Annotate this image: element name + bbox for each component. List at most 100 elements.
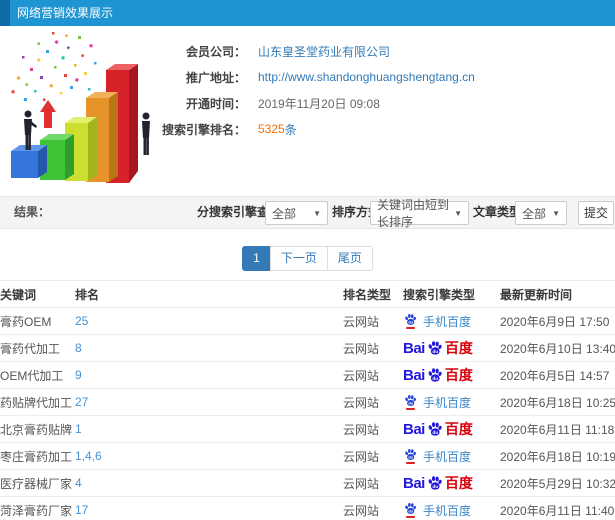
baidu-paw-underline	[406, 327, 415, 329]
result-label: 结果：	[14, 205, 51, 219]
rank-type-cell: 云网站	[343, 368, 380, 383]
info-section: 会员公司： 山东皇圣堂药业有限公司 推广地址： http://www.shand…	[0, 26, 615, 196]
rank-link[interactable]: 1	[75, 422, 82, 436]
confetti-decoration	[11, 32, 97, 102]
businessman-right	[142, 112, 150, 155]
article-type-select[interactable]: 全部 ▼	[515, 201, 567, 225]
mobile-baidu-badge: du 手机百度	[403, 448, 471, 465]
rank-link[interactable]: 9	[75, 368, 82, 382]
table-row: 药贴牌代加工 27 云网站 du 手机百度 2020年6月18日 10:25	[0, 388, 615, 416]
updated-time-cell: 2020年5月29日 10:32	[500, 476, 615, 491]
table-row: 医疗器械厂家 4 云网站 Bai du 百度 2020年5月29日 10:32	[0, 469, 615, 497]
rank-link[interactable]: 25	[75, 314, 88, 328]
member-info-fields: 会员公司： 山东皇圣堂药业有限公司 推广地址： http://www.shand…	[158, 38, 475, 142]
article-type-value: 全部	[522, 206, 547, 221]
baidu-logo-bai-text: Bai	[403, 366, 425, 384]
keyword-cell: 药贴牌代加工	[0, 395, 73, 410]
keyword-cell: 枣庄膏药加工	[0, 449, 73, 464]
baidu-paw-underline	[406, 462, 415, 464]
baidu-paw-icon: du	[403, 502, 418, 518]
table-row: 菏泽膏药厂家 17 云网站 du 手机百度 2020年6月11日 11:40	[0, 496, 615, 520]
ranking-count-label: 搜索引擎排名：	[161, 122, 246, 137]
baidu-logo-cn-text: 百度	[444, 367, 473, 383]
baidu-paw-icon: du	[403, 313, 418, 329]
table-row: 枣庄膏药加工 1,4,6 云网站 du 手机百度 2020年6月18日 10:1…	[0, 442, 615, 470]
company-link[interactable]: 山东皇圣堂药业有限公司	[258, 43, 390, 60]
table-header-row: 关键词 排名 排名类型 搜索引擎类型 最新更新时间	[0, 280, 615, 308]
updated-time-cell: 2020年6月11日 11:40	[500, 503, 615, 518]
baidu-logo: Bai du 百度	[403, 473, 473, 493]
rank-link[interactable]: 8	[75, 341, 82, 355]
company-label: 会员公司：	[185, 44, 246, 59]
rank-type-cell: 云网站	[343, 476, 380, 491]
mobile-baidu-badge: du 手机百度	[403, 502, 471, 519]
svg-text:du: du	[408, 510, 413, 514]
rank-type-cell: 云网站	[343, 503, 380, 518]
sort-filter-select[interactable]: 关键词由短到长排序 ▼	[370, 198, 469, 229]
chevron-down-icon: ▼	[552, 208, 560, 218]
baidu-logo-bai-text: Bai	[403, 339, 425, 357]
rank-type-cell: 云网站	[343, 341, 380, 356]
baidu-paw-icon: du	[426, 421, 444, 437]
ranking-count-value: 5325	[258, 122, 285, 136]
col-header-engine-type: 搜索引擎类型	[403, 280, 500, 308]
chevron-down-icon: ▼	[313, 208, 321, 218]
last-page-button[interactable]: 尾页	[326, 246, 373, 271]
engine-filter-value: 全部	[272, 206, 297, 221]
rank-link[interactable]: 4	[75, 476, 82, 490]
baidu-logo-cn-text: 百度	[444, 340, 473, 356]
growth-arrow	[40, 100, 56, 128]
table-row: 膏药代加工 8 云网站 Bai du 百度 2020年6月10日 13:40	[0, 334, 615, 362]
table-row: 北京膏药贴牌 1 云网站 Bai du 百度 2020年6月11日 11:18	[0, 415, 615, 443]
baidu-paw-icon: du	[426, 367, 444, 383]
open-time-label: 开通时间：	[185, 96, 246, 111]
next-page-button[interactable]: 下一页	[269, 246, 328, 271]
keyword-cell: 医疗器械厂家	[0, 476, 73, 491]
baidu-paw-underline	[406, 408, 415, 410]
filter-bar: 结果： 分搜索引擎查看 全部 ▼ 排序方式 关键词由短到长排序 ▼ 文章类型 全…	[0, 196, 615, 229]
mobile-baidu-label: 手机百度	[423, 395, 472, 410]
baidu-paw-underline	[406, 516, 415, 518]
col-header-rank: 排名	[75, 280, 343, 308]
baidu-logo: Bai du 百度	[403, 338, 473, 358]
rank-link[interactable]: 1,4,6	[75, 449, 102, 463]
open-time-value: 2019年11月20日 09:08	[258, 96, 380, 111]
submit-button[interactable]: 提交	[578, 201, 614, 225]
page-button-current[interactable]: 1	[242, 246, 271, 271]
engine-filter-select[interactable]: 全部 ▼	[265, 201, 328, 225]
field-promo-url: 推广地址： http://www.shandonghuangshengtang.…	[158, 64, 475, 90]
field-company: 会员公司： 山东皇圣堂药业有限公司	[158, 38, 475, 64]
page: 网络营销效果展示 会员公司： 山东皇圣堂药业有限公司 推广地址： http://…	[0, 0, 615, 520]
businessman-left	[24, 110, 37, 150]
mobile-baidu-label: 手机百度	[423, 503, 472, 518]
updated-time-cell: 2020年6月18日 10:25	[500, 395, 615, 410]
promo-url-link[interactable]: http://www.shandonghuangshengtang.cn	[258, 70, 475, 84]
keyword-cell: OEM代加工	[0, 368, 64, 383]
rank-type-cell: 云网站	[343, 314, 380, 329]
promo-url-label: 推广地址：	[185, 70, 246, 85]
baidu-logo-bai-text: Bai	[403, 474, 425, 492]
baidu-logo-bai-text: Bai	[403, 420, 425, 438]
rank-type-cell: 云网站	[343, 395, 380, 410]
rank-type-cell: 云网站	[343, 449, 380, 464]
page-title: 网络营销效果展示	[17, 6, 114, 20]
sort-filter-value: 关键词由短到长排序	[377, 198, 450, 229]
col-header-keyword: 关键词	[0, 280, 75, 308]
svg-text:du: du	[432, 484, 438, 489]
svg-text:du: du	[432, 430, 438, 435]
rank-link[interactable]: 17	[75, 503, 88, 517]
ranking-count-unit-link[interactable]: 条	[285, 121, 297, 138]
rank-link[interactable]: 27	[75, 395, 88, 409]
svg-text:du: du	[408, 321, 413, 325]
keyword-cell: 膏药OEM	[0, 314, 52, 329]
keyword-cell: 菏泽膏药厂家	[0, 503, 73, 518]
svg-text:du: du	[432, 349, 438, 354]
keyword-cell: 北京膏药贴牌	[0, 422, 73, 437]
updated-time-cell: 2020年6月5日 14:57	[500, 368, 610, 383]
field-ranking-count: 搜索引擎排名： 5325 条	[158, 116, 475, 142]
svg-text:du: du	[432, 376, 438, 381]
baidu-paw-icon: du	[403, 448, 418, 464]
updated-time-cell: 2020年6月18日 10:19	[500, 449, 615, 464]
updated-time-cell: 2020年6月11日 11:18	[500, 422, 615, 437]
col-header-rank-type: 排名类型	[343, 280, 403, 308]
